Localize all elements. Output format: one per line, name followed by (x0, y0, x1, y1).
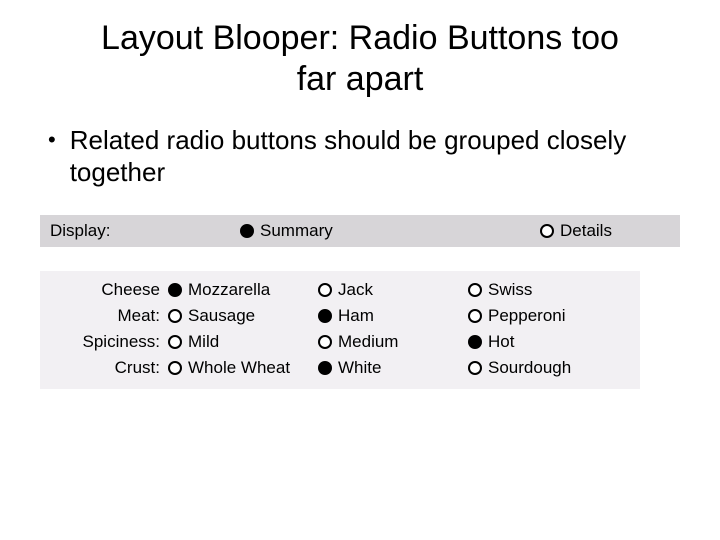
radio-icon (168, 309, 182, 323)
radio-icon (168, 283, 182, 297)
radio-option[interactable]: Pepperoni (468, 306, 618, 326)
radio-option[interactable]: Mild (168, 332, 318, 352)
table-row: Spiciness: Mild Medium Hot (50, 329, 630, 355)
radio-icon (540, 224, 554, 238)
radio-label: Jack (338, 280, 373, 300)
radio-label: Summary (260, 221, 333, 241)
row-label: Cheese (50, 280, 168, 300)
radio-option[interactable]: Jack (318, 280, 468, 300)
radio-label: Mild (188, 332, 219, 352)
radio-label: Pepperoni (488, 306, 566, 326)
radio-label: Hot (488, 332, 514, 352)
radio-icon (318, 361, 332, 375)
radio-option[interactable]: Whole Wheat (168, 358, 318, 378)
row-label: Spiciness: (50, 332, 168, 352)
radio-option[interactable]: Swiss (468, 280, 618, 300)
radio-icon (468, 335, 482, 349)
radio-icon (318, 309, 332, 323)
row-label: Meat: (50, 306, 168, 326)
radio-label: Ham (338, 306, 374, 326)
radio-option-summary[interactable]: Summary (240, 221, 540, 241)
radio-option[interactable]: Medium (318, 332, 468, 352)
bullet-text: Related radio buttons should be grouped … (70, 124, 680, 189)
radio-label: Medium (338, 332, 398, 352)
radio-option[interactable]: Mozzarella (168, 280, 318, 300)
radio-icon (168, 335, 182, 349)
radio-label: Sausage (188, 306, 255, 326)
bullet-item: • Related radio buttons should be groupe… (48, 124, 680, 189)
radio-label: Sourdough (488, 358, 571, 378)
radio-icon (318, 283, 332, 297)
title-line-1: Layout Blooper: Radio Buttons too (101, 19, 619, 57)
display-label: Display: (50, 221, 240, 241)
radio-icon (468, 361, 482, 375)
table-row: Crust: Whole Wheat White Sourdough (50, 355, 630, 381)
radio-label: Mozzarella (188, 280, 270, 300)
radio-option[interactable]: Sausage (168, 306, 318, 326)
title-line-2: far apart (297, 60, 424, 98)
row-label: Crust: (50, 358, 168, 378)
radio-option[interactable]: Sourdough (468, 358, 618, 378)
radio-option-details[interactable]: Details (540, 221, 612, 241)
radio-icon (468, 309, 482, 323)
slide-title: Layout Blooper: Radio Buttons too far ap… (40, 18, 680, 100)
radio-label: White (338, 358, 381, 378)
radio-option[interactable]: Ham (318, 306, 468, 326)
table-row: Meat: Sausage Ham Pepperoni (50, 303, 630, 329)
display-panel: Display: Summary Details (40, 215, 680, 247)
radio-option[interactable]: Hot (468, 332, 618, 352)
radio-label: Swiss (488, 280, 532, 300)
radio-icon (240, 224, 254, 238)
radio-icon (168, 361, 182, 375)
options-panel: Cheese Mozzarella Jack Swiss Meat: Sausage Ham… (40, 271, 640, 389)
radio-option[interactable]: White (318, 358, 468, 378)
radio-icon (468, 283, 482, 297)
table-row: Cheese Mozzarella Jack Swiss (50, 277, 630, 303)
radio-label: Whole Wheat (188, 358, 290, 378)
bullet-icon: • (48, 124, 56, 156)
radio-label: Details (560, 221, 612, 241)
radio-icon (318, 335, 332, 349)
